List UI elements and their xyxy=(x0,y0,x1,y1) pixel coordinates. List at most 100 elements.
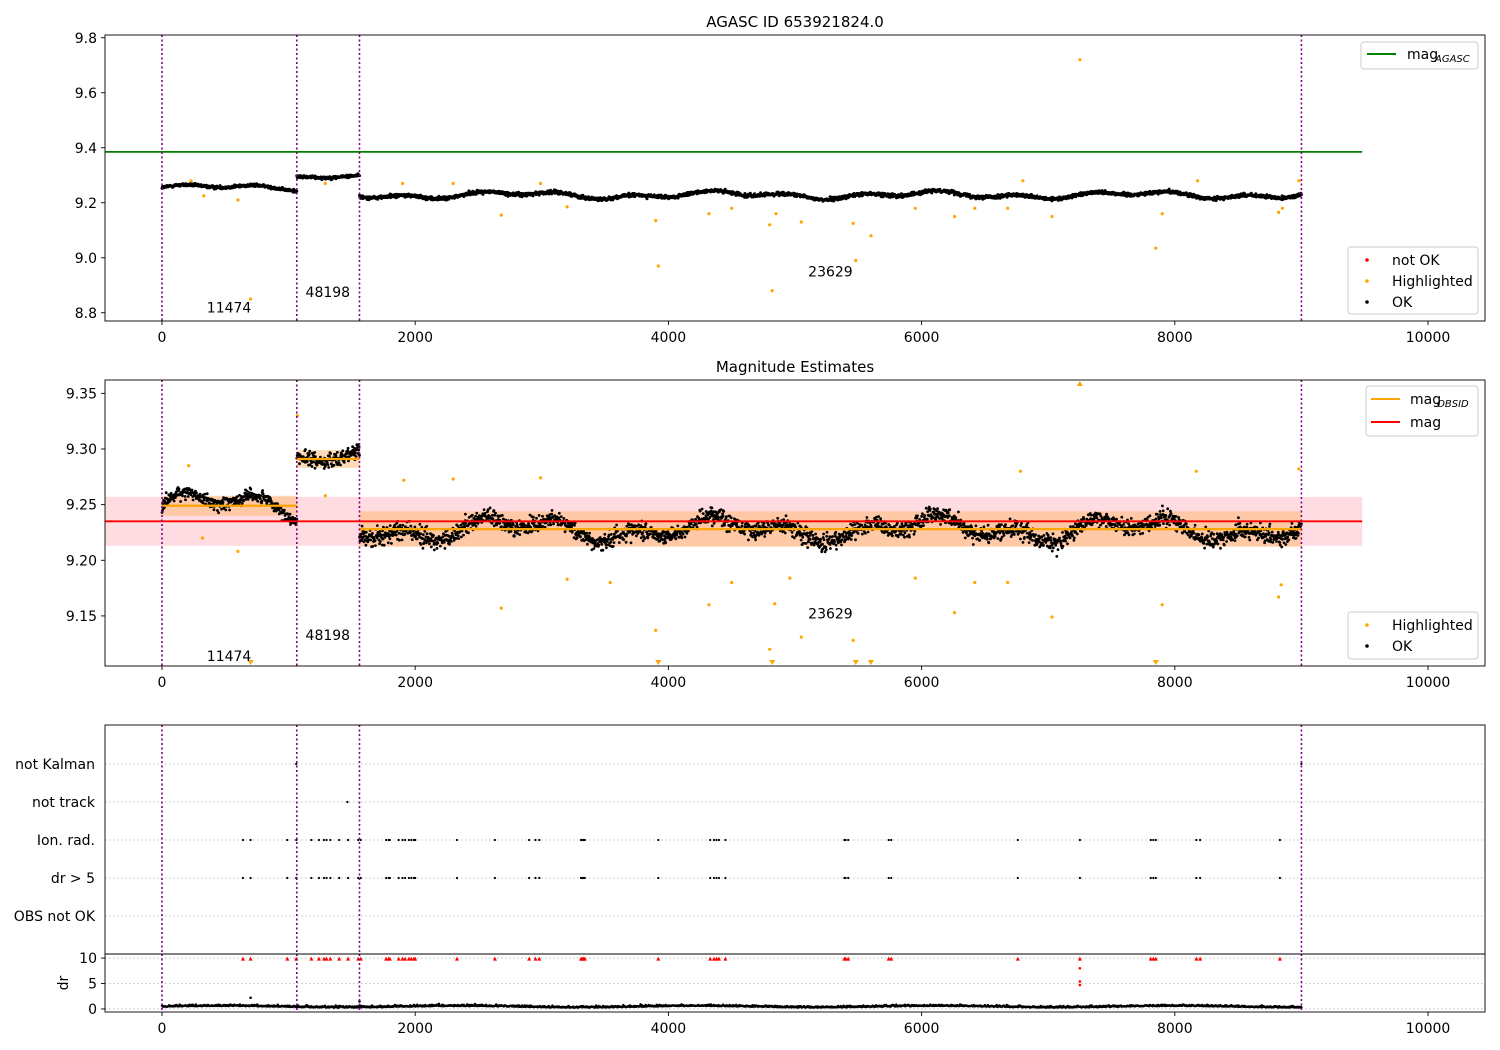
ytick-label: 8.8 xyxy=(75,306,97,322)
ok-point xyxy=(382,543,386,547)
ok-point xyxy=(762,522,766,525)
ok-point xyxy=(342,460,346,464)
ok-point xyxy=(260,499,264,503)
ok-point xyxy=(369,538,373,542)
ok-point xyxy=(825,534,829,538)
ok-point xyxy=(474,514,478,518)
legend-label: not OK xyxy=(1392,253,1440,269)
ok-point xyxy=(432,548,436,552)
ok-point xyxy=(470,513,474,517)
highlighted-point xyxy=(236,198,240,202)
highlighted-point xyxy=(799,220,803,224)
legend-label: Highlighted xyxy=(1392,274,1473,290)
ok-point xyxy=(806,546,810,549)
ok-point xyxy=(432,534,435,537)
highlighted-point xyxy=(774,212,778,216)
ok-point xyxy=(436,541,440,545)
ok-point xyxy=(537,514,541,517)
highlighted-point xyxy=(768,223,772,227)
ok-point xyxy=(409,524,413,528)
ok-point xyxy=(592,547,596,550)
ok-point xyxy=(649,532,652,536)
ok-point xyxy=(754,538,757,542)
ok-point xyxy=(1167,187,1171,191)
ok-point xyxy=(814,532,817,536)
ok-point xyxy=(190,488,194,492)
ok-point xyxy=(606,537,610,541)
ok-point xyxy=(833,540,836,543)
p1-xtick-label: 4000 xyxy=(651,330,687,346)
ok-point xyxy=(695,523,698,526)
ok-point xyxy=(644,522,648,525)
ok-point xyxy=(549,523,553,527)
ok-point xyxy=(498,521,501,525)
ytick-label: 9.0 xyxy=(75,251,97,267)
ok-point xyxy=(617,541,621,544)
highlighted-point xyxy=(202,194,206,198)
ok-point xyxy=(532,515,535,519)
ok-point xyxy=(586,542,589,546)
ok-point xyxy=(419,543,423,546)
figure: AGASC ID 653921824.0 1147448198236290 200… xyxy=(14,13,1486,1037)
ok-point xyxy=(403,532,407,536)
ok-point xyxy=(371,545,375,548)
ok-point xyxy=(327,466,331,469)
highlighted-point xyxy=(1277,210,1281,214)
ok-point xyxy=(776,516,780,520)
ok-point xyxy=(550,512,554,516)
highlighted-point xyxy=(913,206,917,210)
ok-point xyxy=(494,511,497,515)
ok-point xyxy=(822,532,825,536)
highlighted-point xyxy=(499,213,503,217)
ok-point xyxy=(354,455,358,458)
ok-point xyxy=(224,508,228,512)
highlighted-point xyxy=(565,205,569,209)
ok-point xyxy=(186,495,190,498)
ok-point xyxy=(339,463,342,467)
ok-point xyxy=(334,454,338,457)
ok-point xyxy=(535,516,538,520)
ok-point xyxy=(509,529,513,533)
ok-point xyxy=(371,532,374,535)
ok-point xyxy=(728,530,731,533)
ok-point xyxy=(513,534,516,538)
ok-point xyxy=(323,464,327,468)
ok-point xyxy=(664,541,667,545)
ok-point xyxy=(849,538,853,541)
ok-point xyxy=(462,533,465,537)
panel1-title: AGASC ID 653921824.0 xyxy=(706,13,884,31)
ok-point xyxy=(500,514,504,517)
ok-point xyxy=(827,537,831,541)
ok-point xyxy=(217,511,221,515)
ok-point xyxy=(181,494,184,498)
ok-point xyxy=(394,533,398,537)
ok-point xyxy=(279,506,283,510)
ok-point xyxy=(375,524,379,527)
ok-point xyxy=(450,540,453,543)
highlighted-point xyxy=(1006,206,1010,210)
ok-point xyxy=(419,532,422,536)
ok-point xyxy=(390,542,393,545)
ok-point xyxy=(413,525,417,529)
legend-marker xyxy=(1365,258,1369,262)
ok-point xyxy=(421,546,425,550)
ok-point xyxy=(269,497,272,500)
ok-point xyxy=(700,507,704,511)
ok-point xyxy=(861,532,864,536)
highlighted-point xyxy=(854,258,858,263)
ok-point xyxy=(747,538,750,542)
ok-point xyxy=(790,531,794,534)
ok-point xyxy=(834,530,838,534)
ok-point xyxy=(680,536,684,540)
ok-point xyxy=(611,545,615,548)
ok-point xyxy=(288,512,292,516)
ok-point xyxy=(261,489,264,492)
ok-point xyxy=(482,508,486,511)
magnitude-estimates-panel: Magnitude Estimates 1147448198236290 2000… xyxy=(66,358,1486,691)
highlighted-point xyxy=(1154,246,1158,250)
ok-point xyxy=(729,516,733,520)
ok-point xyxy=(877,515,881,518)
ok-point xyxy=(559,515,563,518)
ok-point xyxy=(683,535,687,539)
ok-point xyxy=(701,512,705,515)
